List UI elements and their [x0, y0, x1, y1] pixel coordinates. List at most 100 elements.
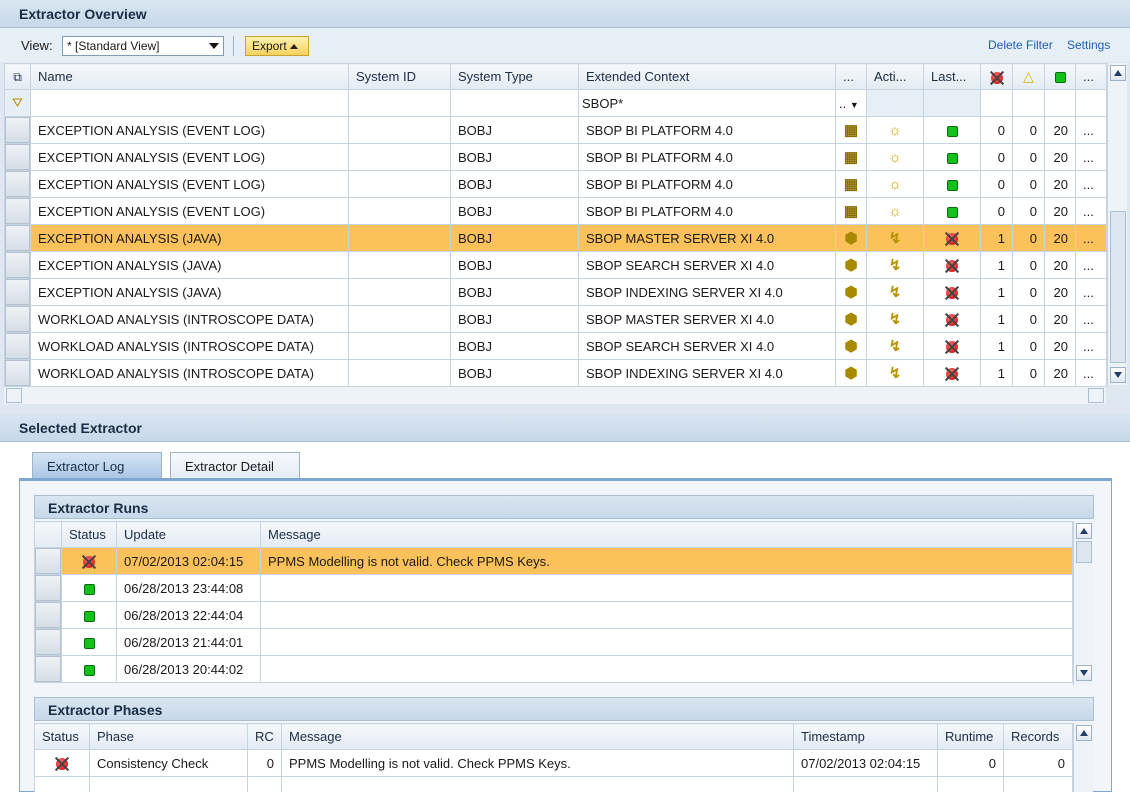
- cell-active[interactable]: ↯: [866, 305, 924, 333]
- scroll-thumb[interactable]: [1110, 211, 1126, 363]
- cell-type[interactable]: ⬢: [835, 251, 867, 279]
- column-header-type[interactable]: ...: [835, 63, 867, 90]
- cell-more[interactable]: ...: [1075, 197, 1107, 225]
- cell-last-status[interactable]: [923, 197, 981, 225]
- table-row[interactable]: WORKLOAD ANALYSIS (INTROSCOPE DATA) BOBJ S…: [4, 305, 1107, 333]
- cell-more[interactable]: ...: [1075, 251, 1107, 279]
- row-selector[interactable]: [34, 547, 62, 575]
- scroll-up-icon[interactable]: [1076, 523, 1092, 539]
- row-selector[interactable]: [4, 197, 31, 225]
- select-all-icon[interactable]: ⧉: [4, 63, 31, 90]
- cell-last-status[interactable]: [923, 332, 981, 360]
- row-selector[interactable]: [4, 278, 31, 306]
- cell-more[interactable]: ...: [1075, 305, 1107, 333]
- scroll-right-icon[interactable]: [1088, 388, 1104, 403]
- column-header-rc[interactable]: RC: [247, 723, 282, 750]
- cell-type[interactable]: ⬢: [835, 359, 867, 387]
- table-row[interactable]: EXCEPTION ANALYSIS (JAVA) BOBJ SBOP MASTER…: [4, 224, 1107, 252]
- overview-vertical-scrollbar[interactable]: [1107, 63, 1127, 385]
- cell-more[interactable]: ...: [1075, 224, 1107, 252]
- filter-icon[interactable]: ⛛: [4, 89, 31, 117]
- cell-active[interactable]: ↯: [866, 224, 924, 252]
- column-header-extended-context[interactable]: Extended Context: [578, 63, 836, 90]
- table-row[interactable]: 06/28/2013 21:44:01: [34, 628, 1073, 656]
- row-selector[interactable]: [34, 628, 62, 656]
- column-header-records[interactable]: Records: [1003, 723, 1073, 750]
- cell-active[interactable]: ↯: [866, 359, 924, 387]
- cell-last-status[interactable]: [923, 278, 981, 306]
- runs-vertical-scrollbar[interactable]: [1073, 521, 1093, 685]
- export-button[interactable]: Export: [245, 36, 309, 56]
- cell-last-status[interactable]: [923, 143, 981, 171]
- cell-active[interactable]: ☼: [866, 143, 924, 171]
- table-row[interactable]: 07/02/2013 02:04:15 PPMS Modelling is not…: [34, 547, 1073, 575]
- scroll-up-icon[interactable]: [1110, 65, 1126, 81]
- table-row[interactable]: EXCEPTION ANALYSIS (EVENT LOG) BOBJ SBOP B…: [4, 197, 1107, 225]
- row-selector[interactable]: [34, 574, 62, 602]
- cell-type[interactable]: ⬢: [835, 278, 867, 306]
- cell-active[interactable]: ☼: [866, 170, 924, 198]
- cell-active[interactable]: ↯: [866, 278, 924, 306]
- cell-type[interactable]: ▦: [835, 170, 867, 198]
- delete-filter-link[interactable]: Delete Filter: [988, 38, 1053, 52]
- cell-last-status[interactable]: [923, 170, 981, 198]
- cell-more[interactable]: ...: [1075, 332, 1107, 360]
- cell-last-status[interactable]: [923, 359, 981, 387]
- table-row[interactable]: 06/28/2013 23:44:08: [34, 574, 1073, 602]
- cell-active[interactable]: ↯: [866, 332, 924, 360]
- cell-active[interactable]: ☼: [866, 197, 924, 225]
- row-selector[interactable]: [4, 251, 31, 279]
- column-header-timestamp[interactable]: Timestamp: [793, 723, 938, 750]
- cell-last-status[interactable]: [923, 224, 981, 252]
- column-header-name[interactable]: Name: [30, 63, 349, 90]
- cell-active[interactable]: ↯: [866, 251, 924, 279]
- cell-type[interactable]: ▦: [835, 143, 867, 171]
- scroll-down-icon[interactable]: [1110, 367, 1126, 383]
- cell-last-status[interactable]: [923, 305, 981, 333]
- row-selector[interactable]: [4, 305, 31, 333]
- column-header-status[interactable]: Status: [34, 723, 90, 750]
- cell-more[interactable]: ...: [1075, 143, 1107, 171]
- cell-type[interactable]: ⬢: [835, 305, 867, 333]
- cell-more[interactable]: ...: [1075, 359, 1107, 387]
- tab-extractor-log[interactable]: Extractor Log: [32, 452, 162, 479]
- table-row[interactable]: 06/28/2013 22:44:04: [34, 601, 1073, 629]
- row-selector[interactable]: [4, 116, 31, 144]
- column-header-last[interactable]: Last...: [923, 63, 981, 90]
- cell-type[interactable]: ⬢: [835, 332, 867, 360]
- row-selector[interactable]: [34, 655, 62, 683]
- tab-extractor-detail[interactable]: Extractor Detail: [170, 452, 300, 479]
- cell-more[interactable]: ...: [1075, 278, 1107, 306]
- cell-type[interactable]: ▦: [835, 197, 867, 225]
- table-row[interactable]: EXCEPTION ANALYSIS (JAVA) BOBJ SBOP SEARCH…: [4, 251, 1107, 279]
- column-header-status[interactable]: Status: [61, 521, 117, 548]
- column-header-red[interactable]: [980, 63, 1013, 90]
- overview-horizontal-scrollbar[interactable]: [4, 386, 1106, 404]
- row-selector[interactable]: [4, 224, 31, 252]
- row-selector[interactable]: [4, 359, 31, 387]
- cell-type[interactable]: ⬢: [835, 224, 867, 252]
- scroll-thumb[interactable]: [1076, 541, 1092, 563]
- filter-system-id[interactable]: [348, 89, 451, 117]
- filter-system-type[interactable]: [450, 89, 579, 117]
- table-row[interactable]: EXCEPTION ANALYSIS (EVENT LOG) BOBJ SBOP B…: [4, 170, 1107, 198]
- row-selector[interactable]: [4, 143, 31, 171]
- settings-link[interactable]: Settings: [1067, 38, 1110, 52]
- filter-type[interactable]: .. ▼: [835, 89, 867, 117]
- column-header-message[interactable]: Message: [260, 521, 1073, 548]
- cell-active[interactable]: ☼: [866, 116, 924, 144]
- view-select[interactable]: * [Standard View]: [62, 36, 224, 56]
- table-row[interactable]: EXCEPTION ANALYSIS (EVENT LOG) BOBJ SBOP B…: [4, 143, 1107, 171]
- column-header-active[interactable]: Acti...: [866, 63, 924, 90]
- row-selector[interactable]: [4, 170, 31, 198]
- scroll-left-icon[interactable]: [6, 388, 22, 403]
- cell-last-status[interactable]: [923, 116, 981, 144]
- column-header-phase[interactable]: Phase: [89, 723, 248, 750]
- cell-more[interactable]: ...: [1075, 170, 1107, 198]
- column-header-yellow[interactable]: △: [1012, 63, 1045, 90]
- cell-more[interactable]: ...: [1075, 116, 1107, 144]
- column-header-system-type[interactable]: System Type: [450, 63, 579, 90]
- row-selector[interactable]: [34, 601, 62, 629]
- table-row[interactable]: 06/28/2013 20:44:02: [34, 655, 1073, 683]
- column-header-more[interactable]: ...: [1075, 63, 1107, 90]
